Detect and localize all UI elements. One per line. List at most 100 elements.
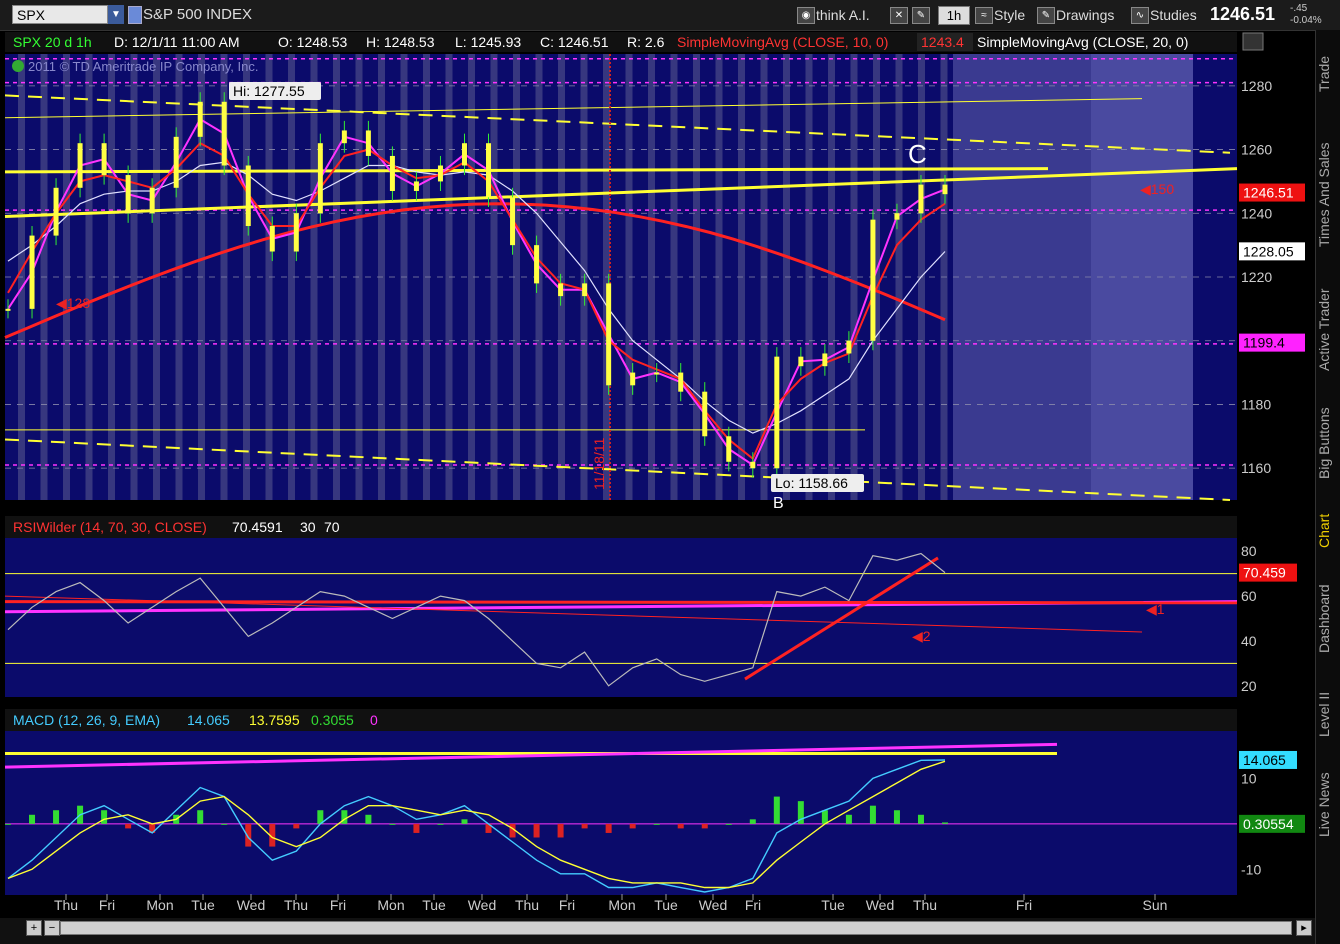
- macd-histogram-bar: [893, 810, 900, 824]
- macd-histogram-bar: [413, 823, 420, 833]
- x-tick-label: Wed: [866, 897, 895, 913]
- x-tick-label: Mon: [377, 897, 404, 913]
- price-bar: [894, 213, 900, 220]
- annotation-b: B: [773, 495, 784, 512]
- macd-histogram-bar: [917, 814, 924, 824]
- x-tick-label: Wed: [237, 897, 266, 913]
- rsi-badge: 70.459: [1243, 565, 1286, 581]
- rsi-label: RSIWilder (14, 70, 30, CLOSE): [13, 519, 207, 535]
- zoom-out-icon[interactable]: −: [44, 920, 60, 936]
- x-tick-label: Thu: [54, 897, 78, 913]
- x-tick-label: Fri: [99, 897, 115, 913]
- timeframe-button[interactable]: 1h: [938, 6, 970, 25]
- macd-histogram-bar: [197, 810, 204, 824]
- rsi-annotation-1: ◀1: [1146, 601, 1165, 617]
- think-ai-button[interactable]: think A.I.: [816, 6, 870, 24]
- price-bar: [5, 308, 11, 311]
- sma20-label: SimpleMovingAvg (CLOSE, 20, 0): [977, 34, 1188, 50]
- macd-histogram-bar: [942, 822, 948, 824]
- price-bar: [293, 213, 299, 252]
- sma10-label: SimpleMovingAvg (CLOSE, 10, 0): [677, 34, 888, 50]
- price-badge: 1228.05: [1243, 243, 1294, 259]
- date-marker-label: 11/18/11: [591, 437, 607, 490]
- macd-histogram-bar: [725, 823, 732, 825]
- lo-label: Lo: 1158.66: [775, 475, 848, 491]
- price-bar: [317, 143, 323, 214]
- header-close: C: 1246.51: [540, 34, 609, 50]
- macd-avg: 13.7595: [249, 712, 300, 728]
- rsi-lower-level: 30: [300, 519, 316, 535]
- style-button[interactable]: Style: [994, 6, 1025, 24]
- sidebar-tab-level-ii[interactable]: Level II: [1316, 677, 1340, 752]
- x-tick-label: Tue: [422, 897, 446, 913]
- macd-histogram-bar: [101, 810, 108, 824]
- macd-histogram-bar: [365, 814, 372, 824]
- studies-icon[interactable]: ∿: [1131, 7, 1149, 24]
- link-icon[interactable]: [128, 6, 142, 24]
- hour-band: [310, 54, 318, 500]
- price-bar: [221, 101, 227, 166]
- price-bar: [534, 245, 540, 284]
- price-bar: [101, 143, 107, 176]
- drawing-pen-icon[interactable]: ✎: [912, 7, 930, 24]
- macd-value: 14.065: [187, 712, 230, 728]
- drawings-icon[interactable]: ✎: [1037, 7, 1055, 24]
- price-tick-label: 1180: [1241, 396, 1271, 412]
- macd-label: MACD (12, 26, 9, EMA): [13, 712, 160, 728]
- header-high: H: 1248.53: [366, 34, 435, 50]
- sidebar-tab-dashboard[interactable]: Dashboard: [1316, 569, 1340, 669]
- sma10-value: 1243.4: [921, 34, 964, 50]
- sidebar-tab-chart[interactable]: Chart: [1316, 501, 1340, 561]
- x-tick-label: Tue: [821, 897, 845, 913]
- price-bar: [558, 283, 564, 297]
- horizontal-scrollbar[interactable]: [60, 921, 1292, 935]
- price-bar: [582, 283, 588, 297]
- crosshair-icon[interactable]: ✕: [890, 7, 908, 24]
- symbol-dropdown-icon[interactable]: ▼: [108, 5, 124, 24]
- rsi-panel: RSIWilder (14, 70, 30, CLOSE) 70.4591 30…: [4, 516, 1297, 697]
- macd-panel-background: [5, 709, 1237, 895]
- x-tick-label: Fri: [559, 897, 575, 913]
- macd-histogram-bar: [773, 796, 780, 824]
- price-bar: [413, 181, 419, 191]
- macd-histogram-bar: [653, 823, 660, 825]
- macd-badge: 14.065: [1243, 752, 1286, 768]
- sidebar-tab-times-and-sales[interactable]: Times And Sales: [1316, 122, 1340, 267]
- rsi-tick-label: 40: [1241, 633, 1257, 649]
- studies-button[interactable]: Studies: [1150, 6, 1197, 24]
- price-bar: [654, 372, 660, 375]
- macd-histogram-bar: [389, 823, 396, 825]
- info-icon[interactable]: [12, 60, 24, 72]
- macd-histogram-bar: [53, 810, 60, 824]
- sidebar-tab-live-news[interactable]: Live News: [1316, 760, 1340, 850]
- rsi-annotation-2: ◀2: [912, 628, 931, 644]
- sidebar-tab-trade[interactable]: Trade: [1316, 34, 1340, 114]
- price-bar: [726, 436, 732, 462]
- macd-histogram-bar: [845, 814, 852, 824]
- macd-histogram-bar: [29, 814, 36, 824]
- style-icon[interactable]: ≈: [975, 7, 993, 24]
- think-ai-icon[interactable]: ◉: [797, 7, 815, 24]
- price-bar: [702, 391, 708, 437]
- x-axis: Thu Fri Mon Tue Wed Thu Fri Mon Tue Wed Thu Fri Mon T…: [54, 894, 1167, 913]
- macd-tick-label: -10: [1241, 861, 1261, 877]
- panel-menu-icon[interactable]: [1242, 32, 1264, 51]
- header-low: L: 1245.93: [455, 34, 521, 50]
- zoom-in-icon[interactable]: +: [26, 920, 42, 936]
- macd-histogram-bar: [461, 819, 468, 824]
- chart-area[interactable]: Hi: 1277.55 Lo: 1158.66 ◀128 C ◀150 11/18/11 B…: [0, 30, 1315, 918]
- price-tick-label: 1220: [1241, 269, 1272, 285]
- rsi-value: 70.4591: [232, 519, 283, 535]
- price-bar: [846, 340, 852, 354]
- price-tick-label: 1240: [1241, 205, 1272, 221]
- price-bar: [365, 130, 371, 156]
- drawings-button[interactable]: Drawings: [1056, 6, 1114, 24]
- sidebar-tab-big-buttons[interactable]: Big Buttons: [1316, 393, 1340, 493]
- scroll-right-icon[interactable]: ▸: [1296, 920, 1312, 936]
- symbol-input[interactable]: SPX: [12, 5, 108, 24]
- price-panel: Hi: 1277.55 Lo: 1158.66 ◀128 C ◀150 11/18/11 B…: [4, 32, 1305, 512]
- weekend-band: [953, 54, 1091, 500]
- macd-histogram-bar: [677, 823, 684, 829]
- price-badge: 1199.4: [1243, 335, 1285, 351]
- sidebar-tab-active-trader[interactable]: Active Trader: [1316, 275, 1340, 385]
